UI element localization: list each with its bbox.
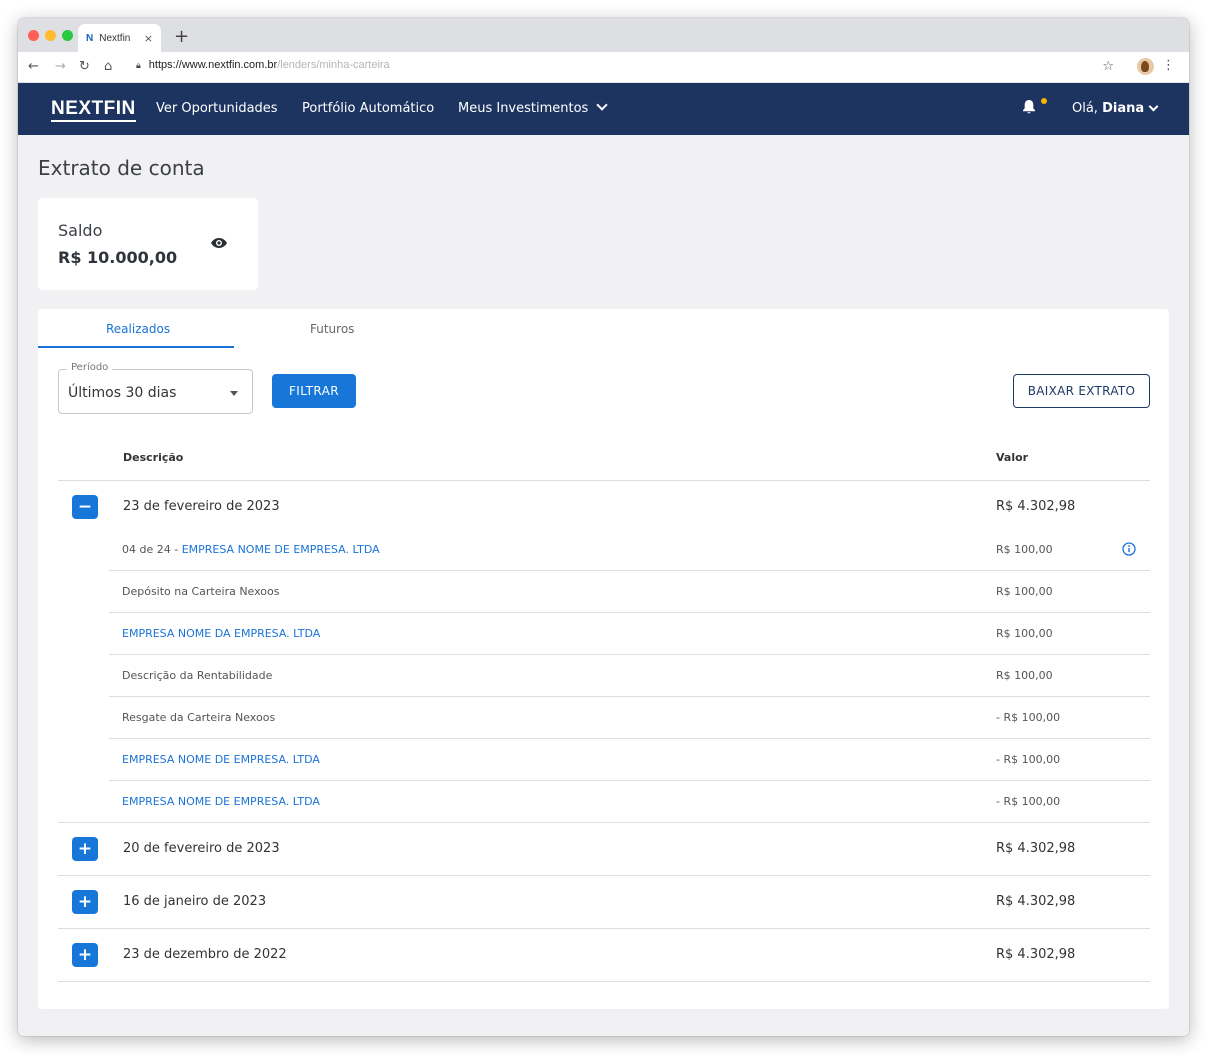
saldo-label: Saldo [58,221,103,240]
page-title: Extrato de conta [38,156,205,180]
nextfin-logo[interactable]: NEXTFIN [51,98,136,122]
profile-avatar-icon[interactable] [1137,58,1154,75]
entry-value: R$ 100,00 [996,627,1053,640]
tab-futuros[interactable]: Futuros [310,322,354,336]
entry-description: Resgate da Carteira Nexoos [122,711,276,724]
address-bar[interactable]: 🔒︎ https://www.nextfin.com.br/lenders/min… [136,59,390,71]
info-icon[interactable] [1122,542,1136,556]
period-value: Últimos 30 dias [68,385,177,401]
browser-tab-title: Nextfin [99,32,131,44]
entry-description: Depósito na Carteira Nexoos [122,585,280,598]
nav-ver-oportunidades[interactable]: Ver Oportunidades [156,101,278,116]
entry-value: R$ 100,00 [996,543,1053,556]
entry-description: EMPRESA NOME DA EMPRESA. LTDA [122,627,320,640]
reload-icon[interactable]: ↻ [79,59,90,74]
kebab-menu-icon[interactable]: ⋮ [1162,58,1175,73]
group-date: 16 de janeiro de 2023 [123,894,267,909]
entry-description: EMPRESA NOME DE EMPRESA. LTDA [122,753,320,766]
statement-group-row: − 23 de fevereiro de 2023 R$ 4.302,98 [58,481,1150,529]
column-header-descricao: Descrição [123,451,184,464]
maximize-window-button[interactable] [62,30,73,41]
period-select[interactable]: Período Últimos 30 dias [58,362,253,414]
table-row: 04 de 24 - EMPRESA NOME DE EMPRESA. LTDA… [109,529,1150,571]
entry-value: - R$ 100,00 [996,753,1061,766]
statement-tabs: Realizados Futuros [38,309,1169,349]
company-link[interactable]: EMPRESA NOME DE EMPRESA. LTDA [182,543,380,556]
statement-group-row: + 16 de janeiro de 2023 R$ 4.302,98 [58,876,1150,929]
bell-icon[interactable] [1022,99,1036,115]
table-row: EMPRESA NOME DA EMPRESA. LTDA R$ 100,00 [109,613,1150,655]
statement-panel: Realizados Futuros Período Últimos 30 di… [38,309,1169,1009]
table-row: Descrição da Rentabilidade R$ 100,00 [109,655,1150,697]
nav-meus-investimentos[interactable]: Meus Investimentos [458,101,606,116]
entry-description: 04 de 24 - EMPRESA NOME DE EMPRESA. LTDA [122,543,380,556]
baixar-extrato-button[interactable]: BAIXAR EXTRATO [1013,374,1150,408]
collapse-group-button[interactable]: − [72,495,98,519]
group-date: 23 de dezembro de 2022 [123,947,287,962]
home-icon[interactable]: ⌂ [104,59,112,74]
tab-realizados[interactable]: Realizados [106,322,170,336]
expand-group-button[interactable]: + [72,837,98,861]
table-row: Depósito na Carteira Nexoos R$ 100,00 [109,571,1150,613]
window-controls [28,30,73,41]
caret-down-icon [230,391,238,396]
close-window-button[interactable] [28,30,39,41]
eye-icon[interactable] [210,236,228,250]
app-navbar: NEXTFIN Ver Oportunidades Portfólio Auto… [18,83,1189,135]
url-path: /lenders/minha-carteira [277,59,390,71]
company-link[interactable]: EMPRESA NOME DE EMPRESA. LTDA [122,753,320,766]
favicon-icon: N [86,32,94,44]
statement-group-row: + 20 de fevereiro de 2023 R$ 4.302,98 [58,823,1150,876]
group-amount: R$ 4.302,98 [996,841,1076,856]
star-icon[interactable]: ☆ [1102,59,1114,74]
user-greeting[interactable]: Olá, Diana [1072,101,1144,116]
entry-value: - R$ 100,00 [996,795,1061,808]
url-host: https://www.nextfin.com.br [148,59,278,71]
filtrar-button[interactable]: FILTRAR [272,374,356,408]
expand-group-button[interactable]: + [72,890,98,914]
group-date: 20 de fevereiro de 2023 [123,841,280,856]
group-amount: R$ 4.302,98 [996,499,1076,514]
group-date: 23 de fevereiro de 2023 [123,499,280,514]
active-tab-indicator [38,346,234,348]
group-entries: 04 de 24 - EMPRESA NOME DE EMPRESA. LTDA… [58,529,1150,823]
entry-description: Descrição da Rentabilidade [122,669,273,682]
expand-group-button[interactable]: + [72,943,98,967]
entry-value: R$ 100,00 [996,669,1053,682]
main-content: Extrato de conta Saldo R$ 10.000,00 Real… [18,135,1189,1036]
entry-value: R$ 100,00 [996,585,1053,598]
close-tab-icon[interactable]: × [144,32,153,45]
period-label: Período [67,362,113,373]
forward-arrow-icon[interactable]: → [55,59,66,74]
entry-value: - R$ 100,00 [996,711,1061,724]
greeting-prefix: Olá, [1072,101,1103,116]
nav-portfolio-automatico[interactable]: Portfólio Automático [302,101,434,116]
statement-table: Descrição Valor − 23 de fevereiro de 202… [58,439,1150,982]
notification-dot [1041,98,1047,104]
statement-group-row: + 23 de dezembro de 2022 R$ 4.302,98 [58,929,1150,982]
minimize-window-button[interactable] [45,30,56,41]
new-tab-button[interactable]: + [174,26,189,47]
browser-tab[interactable]: N Nextfin × [78,24,161,52]
table-row: Resgate da Carteira Nexoos - R$ 100,00 [109,697,1150,739]
entry-prefix: 04 de 24 - [122,543,182,556]
saldo-value: R$ 10.000,00 [58,248,178,267]
chevron-down-icon[interactable] [1148,101,1159,112]
table-row: EMPRESA NOME DE EMPRESA. LTDA - R$ 100,0… [109,739,1150,781]
user-name: Diana [1102,101,1145,116]
entry-description: EMPRESA NOME DE EMPRESA. LTDA [122,795,320,808]
group-amount: R$ 4.302,98 [996,947,1076,962]
company-link[interactable]: EMPRESA NOME DE EMPRESA. LTDA [122,795,320,808]
table-row: EMPRESA NOME DE EMPRESA. LTDA - R$ 100,0… [58,781,1150,823]
back-arrow-icon[interactable]: ← [28,59,39,74]
table-header: Descrição Valor [58,439,1150,481]
column-header-valor: Valor [996,451,1029,464]
browser-window: N Nextfin × + ← → ↻ ⌂ 🔒︎ https://www.next… [18,18,1189,1036]
lock-icon: 🔒︎ [136,60,141,70]
saldo-card: Saldo R$ 10.000,00 [38,198,258,290]
browser-toolbar: ← → ↻ ⌂ 🔒︎ https://www.nextfin.com.br/len… [18,52,1189,83]
browser-tabstrip: N Nextfin × + [18,18,1189,52]
company-link[interactable]: EMPRESA NOME DA EMPRESA. LTDA [122,627,320,640]
group-amount: R$ 4.302,98 [996,894,1076,909]
